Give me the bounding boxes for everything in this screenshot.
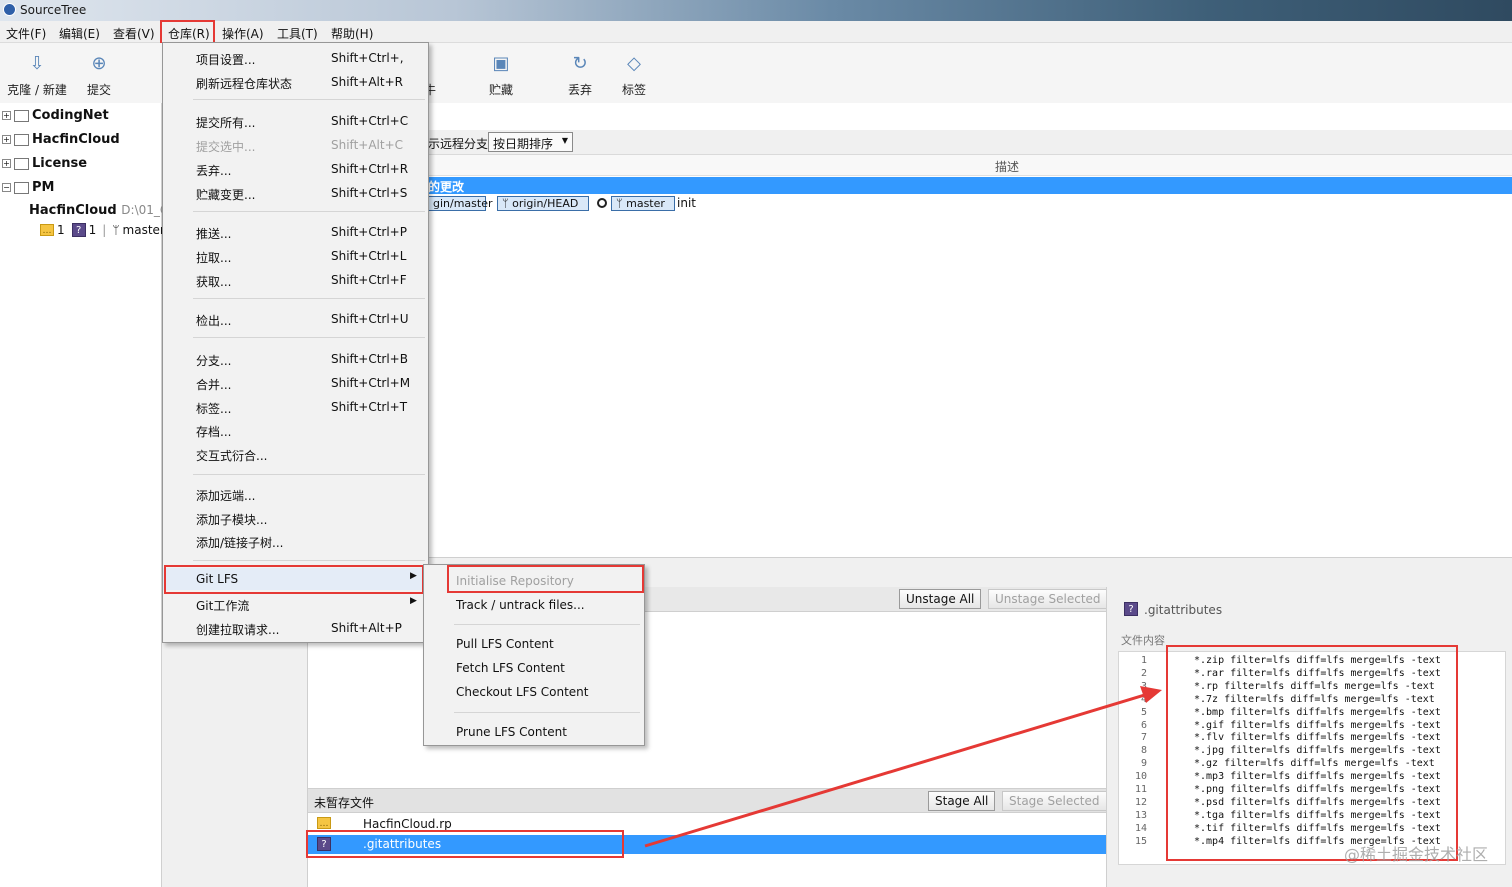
- menu-separator: [193, 337, 425, 338]
- menu-item-shortcut: Shift+Ctrl+U: [331, 312, 409, 326]
- repository-menu: 项目设置... Shift+Ctrl+, 刷新远程仓库状态 Shift+Alt+R …: [162, 42, 429, 643]
- menu-item-label: Fetch LFS Content: [456, 661, 565, 675]
- menu-item-merge[interactable]: 合并... Shift+Ctrl+M: [163, 372, 428, 394]
- menu-item-fetch[interactable]: 获取... Shift+Ctrl+F: [163, 269, 428, 291]
- menu-item-label: 添加/链接子树...: [196, 536, 284, 550]
- menu-item-add-remote[interactable]: 添加远端...: [163, 483, 428, 505]
- menu-item-add-submodule[interactable]: 添加子模块...: [163, 507, 428, 529]
- menu-item-label: Track / untrack files...: [456, 598, 585, 612]
- menu-item-label: 分支...: [196, 354, 232, 368]
- menu-item-repo-settings[interactable]: 项目设置... Shift+Ctrl+,: [163, 47, 428, 69]
- menu-item-label: Checkout LFS Content: [456, 685, 589, 699]
- menu-item-archive[interactable]: 存档...: [163, 419, 428, 441]
- menu-item-shortcut: Shift+Ctrl+R: [331, 162, 409, 176]
- menu-item-pull[interactable]: 拉取... Shift+Ctrl+L: [163, 245, 428, 267]
- menu-separator: [193, 211, 425, 212]
- menu-item-label: 创建拉取请求...: [196, 623, 280, 637]
- menu-item-push[interactable]: 推送... Shift+Ctrl+P: [163, 221, 428, 243]
- menu-item-create-pull-request[interactable]: 创建拉取请求... Shift+Alt+P: [163, 617, 428, 639]
- menu-item-label: 贮藏变更...: [196, 188, 256, 202]
- menu-separator: [193, 298, 425, 299]
- menu-item-label: 标签...: [196, 402, 232, 416]
- menu-item-discard[interactable]: 丢弃... Shift+Ctrl+R: [163, 158, 428, 180]
- menu-separator: [454, 624, 640, 625]
- menu-item-add-subtree[interactable]: 添加/链接子树...: [163, 530, 428, 552]
- menu-item-label: 提交所有...: [196, 116, 256, 130]
- menu-item-commit-selected[interactable]: 提交选中... Shift+Alt+C: [163, 134, 428, 156]
- menu-item-label: 合并...: [196, 378, 232, 392]
- menu-item-label: 添加远端...: [196, 489, 256, 503]
- submenu-item-pull-lfs[interactable]: Pull LFS Content: [424, 633, 644, 655]
- submenu-item-fetch-lfs[interactable]: Fetch LFS Content: [424, 657, 644, 679]
- menu-item-label: 项目设置...: [196, 53, 256, 67]
- submenu-item-checkout-lfs[interactable]: Checkout LFS Content: [424, 681, 644, 703]
- menu-item-shortcut: Shift+Ctrl+S: [331, 186, 408, 200]
- menu-item-label: 拉取...: [196, 251, 232, 265]
- menu-item-shortcut: Shift+Ctrl+P: [331, 225, 407, 239]
- menu-item-label: 提交选中...: [196, 140, 256, 154]
- menu-separator: [193, 99, 425, 100]
- menu-item-shortcut: Shift+Ctrl+M: [331, 376, 411, 390]
- highlight-initialise-repository: [447, 565, 644, 593]
- watermark: @稀土掘金技术社区: [1343, 845, 1488, 864]
- menu-separator: [454, 712, 640, 713]
- menu-item-stash[interactable]: 贮藏变更... Shift+Ctrl+S: [163, 182, 428, 204]
- menu-item-label: 获取...: [196, 275, 232, 289]
- menu-item-label: Prune LFS Content: [456, 725, 567, 739]
- menu-item-label: Git工作流: [196, 599, 250, 613]
- menu-item-refresh-remote[interactable]: 刷新远程仓库状态 Shift+Alt+R: [163, 71, 428, 93]
- menu-item-tag[interactable]: 标签... Shift+Ctrl+T: [163, 396, 428, 418]
- menu-separator: [193, 560, 425, 561]
- menu-separator: [193, 474, 425, 475]
- highlight-git-lfs: [164, 565, 424, 594]
- menu-item-label: 存档...: [196, 425, 232, 439]
- menu-item-checkout[interactable]: 检出... Shift+Ctrl+U: [163, 308, 428, 330]
- menu-item-label: 添加子模块...: [196, 513, 268, 527]
- menu-item-shortcut: Shift+Ctrl+B: [331, 352, 408, 366]
- menu-item-shortcut: Shift+Alt+R: [331, 75, 403, 89]
- menu-item-label: 交互式衍合...: [196, 449, 268, 463]
- submenu-item-prune-lfs[interactable]: Prune LFS Content: [424, 721, 644, 743]
- menu-item-shortcut: Shift+Ctrl+C: [331, 114, 409, 128]
- menu-item-commit-all[interactable]: 提交所有... Shift+Ctrl+C: [163, 110, 428, 132]
- menu-item-label: Pull LFS Content: [456, 637, 554, 651]
- menu-item-git-flow[interactable]: Git工作流 ▶: [163, 593, 428, 615]
- chevron-right-icon: ▶: [410, 596, 417, 606]
- menu-item-label: 推送...: [196, 227, 232, 241]
- menu-item-branch[interactable]: 分支... Shift+Ctrl+B: [163, 348, 428, 370]
- menu-item-shortcut: Shift+Ctrl+T: [331, 400, 408, 414]
- menu-item-interactive-rebase[interactable]: 交互式衍合...: [163, 443, 428, 465]
- menu-item-shortcut: Shift+Alt+C: [331, 138, 404, 152]
- menu-item-label: 检出...: [196, 314, 232, 328]
- menu-item-shortcut: Shift+Alt+P: [331, 621, 402, 635]
- menu-item-shortcut: Shift+Ctrl+L: [331, 249, 407, 263]
- menu-item-label: 丢弃...: [196, 164, 232, 178]
- menu-item-shortcut: Shift+Ctrl+,: [331, 51, 404, 65]
- menu-item-shortcut: Shift+Ctrl+F: [331, 273, 407, 287]
- menu-item-label: 刷新远程仓库状态: [196, 77, 293, 91]
- submenu-item-track-files[interactable]: Track / untrack files...: [424, 594, 644, 616]
